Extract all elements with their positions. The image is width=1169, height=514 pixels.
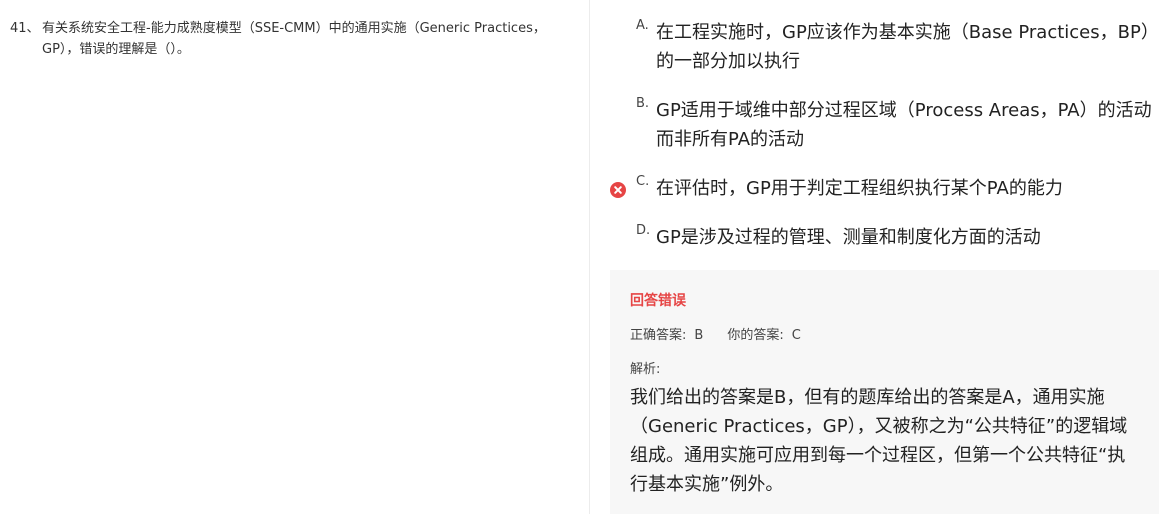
- your-answer-label: 你的答案:: [727, 328, 784, 343]
- your-answer-value: C: [791, 328, 801, 343]
- correct-answer-value: B: [694, 328, 704, 343]
- analysis-text: 我们给出的答案是B，但有的题库给出的答案是A，通用实施（Generic Prac…: [630, 387, 1128, 495]
- answers-summary: 正确答案: B 你的答案: C: [630, 325, 1139, 347]
- option-letter: C.: [636, 174, 650, 189]
- option-letter: A.: [636, 18, 649, 33]
- answer-column: A. 在工程实施时，GP应该作为基本实施（Base Practices，BP）的…: [610, 0, 1159, 514]
- option-a[interactable]: A. 在工程实施时，GP应该作为基本实施（Base Practices，BP）的…: [610, 18, 1159, 76]
- question-number: 41、: [10, 21, 40, 36]
- option-d[interactable]: D. GP是涉及过程的管理、测量和制度化方面的活动: [610, 223, 1159, 252]
- option-text: 在评估时，GP用于判定工程组织执行某个PA的能力: [656, 178, 1063, 199]
- result-status: 回答错误: [630, 293, 686, 309]
- option-b[interactable]: B. GP适用于域维中部分过程区域（Process Areas，PA）的活动而非…: [610, 96, 1159, 154]
- option-text: GP是涉及过程的管理、测量和制度化方面的活动: [656, 227, 1041, 248]
- correct-answer-label: 正确答案:: [630, 328, 687, 343]
- option-c[interactable]: C. 在评估时，GP用于判定工程组织执行某个PA的能力: [610, 174, 1159, 203]
- option-text: 在工程实施时，GP应该作为基本实施（Base Practices，BP）的一部分…: [656, 22, 1159, 72]
- close-circle-icon: [610, 182, 626, 198]
- question-text: 有关系统安全工程-能力成熟度模型（SSE-CMM）中的通用实施（Generic …: [42, 21, 546, 57]
- option-letter: B.: [636, 96, 650, 111]
- question-column: 41、 有关系统安全工程-能力成熟度模型（SSE-CMM）中的通用实施（Gene…: [0, 0, 590, 514]
- question-stem: 41、 有关系统安全工程-能力成熟度模型（SSE-CMM）中的通用实施（Gene…: [10, 18, 550, 60]
- option-text: GP适用于域维中部分过程区域（Process Areas，PA）的活动而非所有P…: [656, 100, 1152, 150]
- option-letter: D.: [636, 223, 651, 238]
- analysis-label: 解析:: [630, 362, 661, 377]
- result-panel: 回答错误 正确答案: B 你的答案: C 解析: 我们给出的答案是B，但有的题库给出的…: [610, 270, 1159, 514]
